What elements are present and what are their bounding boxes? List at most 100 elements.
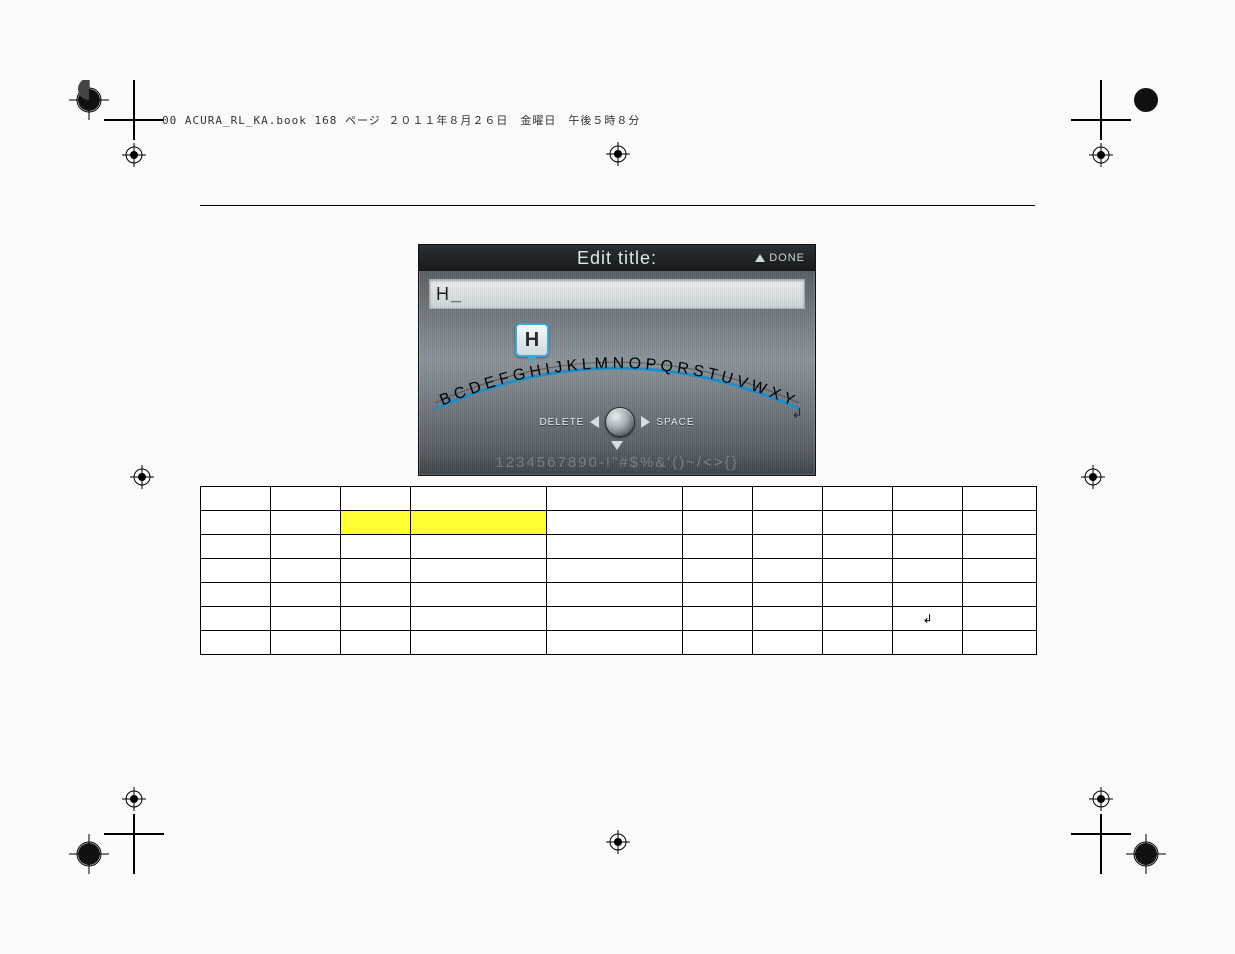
crop-mark-top-right [1071, 80, 1166, 175]
table-cell [963, 607, 1037, 631]
table-cell [753, 511, 823, 535]
table-cell [753, 487, 823, 511]
table-cell [271, 511, 341, 535]
table-cell [683, 631, 753, 655]
table-cell [893, 583, 963, 607]
table-cell [341, 583, 411, 607]
edit-title-screen: Edit title: DONE H_ H A B C D E F G H I … [418, 244, 816, 476]
crop-mark-left-center [130, 465, 154, 489]
table-cell [963, 583, 1037, 607]
table-cell [753, 631, 823, 655]
alphabet-arc-text: A B C D E F G H I J K L M N O P Q R S T … [418, 340, 801, 411]
table-cell [271, 535, 341, 559]
table-cell [753, 559, 823, 583]
delete-label: DELETE [539, 417, 584, 428]
table-cell [201, 487, 271, 511]
table-cell [201, 631, 271, 655]
table-cell [201, 607, 271, 631]
crop-mark-top-center [606, 142, 630, 166]
table-cell [411, 559, 547, 583]
table-cell [411, 535, 547, 559]
table-cell [271, 559, 341, 583]
table-cell: ↲ [893, 607, 963, 631]
crop-mark-bottom-left [69, 779, 164, 874]
table-cell [683, 583, 753, 607]
screen-title: Edit title: [577, 248, 657, 268]
crop-mark-right-center [1081, 465, 1105, 489]
crop-mark-bottom-center [606, 830, 630, 854]
table-cell [201, 583, 271, 607]
table-cell [683, 487, 753, 511]
table-cell [547, 631, 683, 655]
table-cell [893, 487, 963, 511]
done-up-icon [755, 254, 765, 262]
table-cell [963, 535, 1037, 559]
table-cell [411, 607, 547, 631]
table-cell [547, 559, 683, 583]
table-cell [547, 535, 683, 559]
table-cell [683, 511, 753, 535]
table-cell [547, 487, 683, 511]
title-input-cursor: _ [451, 284, 462, 305]
dial-left-icon[interactable] [590, 416, 599, 428]
table-cell [547, 511, 683, 535]
dial-right-icon[interactable] [641, 416, 650, 428]
table-cell [893, 631, 963, 655]
table-cell [753, 607, 823, 631]
table-cell [963, 559, 1037, 583]
table-cell [963, 511, 1037, 535]
done-button[interactable]: DONE [755, 245, 805, 271]
table-cell [683, 535, 753, 559]
table-cell [823, 559, 893, 583]
table-cell [823, 631, 893, 655]
table-cell [411, 511, 547, 535]
table-cell [271, 583, 341, 607]
table-cell [411, 583, 547, 607]
table-cell [201, 511, 271, 535]
space-label: SPACE [656, 417, 694, 428]
screen-titlebar: Edit title: DONE [419, 245, 815, 271]
dial-knob[interactable] [605, 407, 635, 437]
crop-mark-top-left [69, 80, 164, 175]
title-input[interactable]: H_ [429, 279, 805, 309]
table-cell [341, 535, 411, 559]
dial-controls: DELETE SPACE [419, 403, 815, 441]
table-cell [547, 583, 683, 607]
symbol-row[interactable]: 1234567890-!"#$%&'()~/<>{} [419, 454, 815, 471]
table-cell [341, 559, 411, 583]
crop-mark-bottom-right [1071, 779, 1166, 874]
table-cell [823, 607, 893, 631]
table-cell [823, 583, 893, 607]
table-cell [411, 631, 547, 655]
table-cell [753, 535, 823, 559]
table-cell [683, 559, 753, 583]
table-cell [201, 535, 271, 559]
table-cell [271, 607, 341, 631]
table-cell [341, 487, 411, 511]
table-cell [411, 487, 547, 511]
title-input-value: H [436, 284, 450, 305]
table-cell [963, 487, 1037, 511]
table-cell [201, 559, 271, 583]
table-cell [341, 631, 411, 655]
dial-down-icon[interactable] [611, 441, 623, 450]
table-cell [753, 583, 823, 607]
table-cell [341, 511, 411, 535]
table-cell [823, 511, 893, 535]
table-cell [271, 631, 341, 655]
table-cell [963, 631, 1037, 655]
header-rule [200, 205, 1035, 206]
table-cell [683, 607, 753, 631]
table-cell [893, 559, 963, 583]
table-cell [271, 487, 341, 511]
table-cell [823, 487, 893, 511]
table-cell [823, 535, 893, 559]
enter-icon[interactable]: ↲ [791, 405, 803, 422]
character-table: ↲ [200, 486, 1037, 655]
done-label: DONE [769, 245, 805, 271]
page-header-text: 00 ACURA_RL_KA.book 168 ページ ２０１１年８月２６日 金… [162, 112, 640, 128]
table-cell [341, 607, 411, 631]
table-cell [893, 535, 963, 559]
selected-letter-bubble: H [515, 323, 549, 357]
table-cell [547, 607, 683, 631]
